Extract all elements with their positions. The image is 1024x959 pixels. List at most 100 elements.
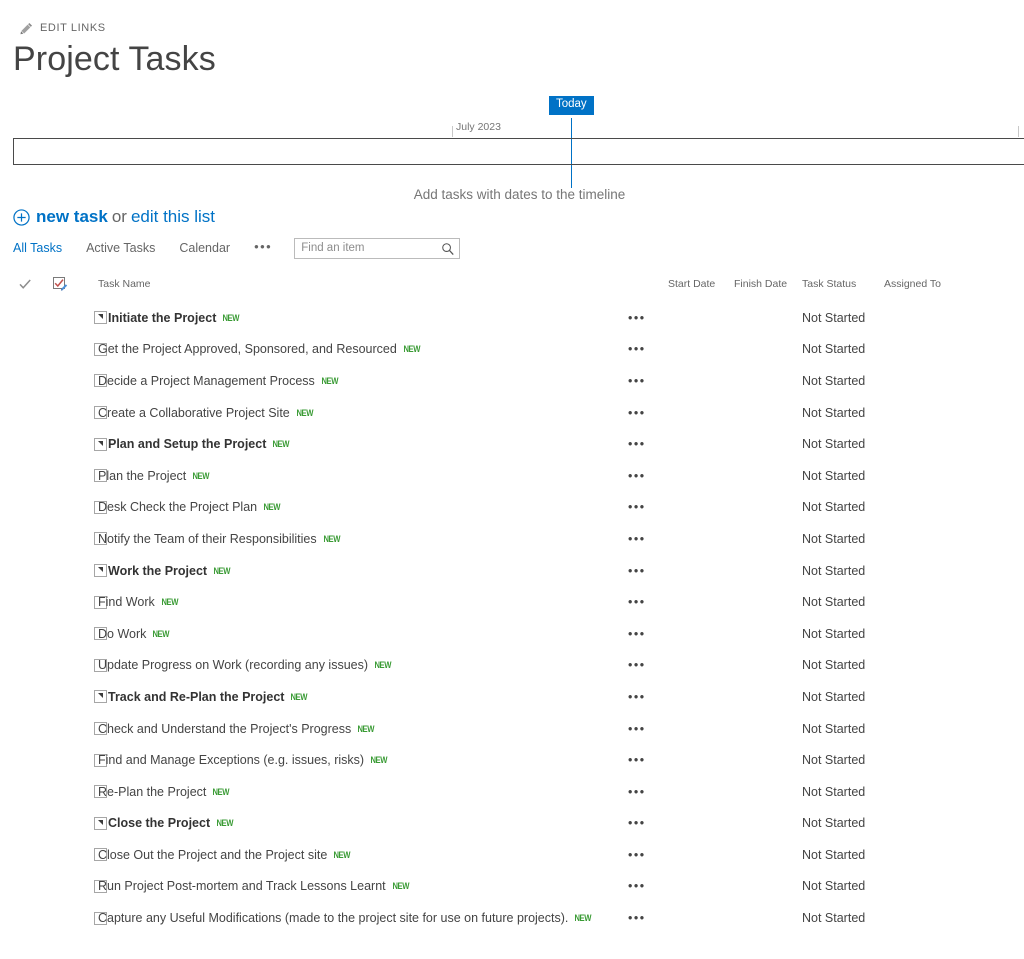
task-name-link[interactable]: Track and Re-Plan the Project <box>108 690 284 704</box>
table-row[interactable]: Create a Collaborative Project SiteNEW••… <box>0 397 1024 429</box>
row-select-cell[interactable] <box>42 555 98 587</box>
table-row[interactable]: Check and Understand the Project's Progr… <box>0 713 1024 745</box>
task-name-cell[interactable]: Desk Check the Project PlanNEW <box>98 492 628 524</box>
row-context-menu-icon[interactable]: ••• <box>628 713 668 745</box>
row-select-cell[interactable] <box>42 618 98 650</box>
row-context-menu-icon[interactable]: ••• <box>628 397 668 429</box>
header-task-name[interactable]: Task Name <box>98 276 628 302</box>
table-row[interactable]: Capture any Useful Modifications (made t… <box>0 902 1024 934</box>
header-task-status[interactable]: Task Status <box>802 276 884 302</box>
task-name-cell[interactable]: Find WorkNEW <box>98 586 628 618</box>
table-row[interactable]: Find WorkNEW•••Not Started <box>0 586 1024 618</box>
row-context-menu-icon[interactable]: ••• <box>628 586 668 618</box>
row-select-cell[interactable] <box>42 523 98 555</box>
task-name-cell[interactable]: Do WorkNEW <box>98 618 628 650</box>
table-row[interactable]: Desk Check the Project PlanNEW•••Not Sta… <box>0 492 1024 524</box>
tab-active-tasks[interactable]: Active Tasks <box>86 241 155 255</box>
task-name-cell[interactable]: Get the Project Approved, Sponsored, and… <box>98 334 628 366</box>
row-context-menu-icon[interactable]: ••• <box>628 871 668 903</box>
row-select-cell[interactable] <box>42 902 98 934</box>
task-name-cell[interactable]: Plan and Setup the ProjectNEW <box>98 428 628 460</box>
task-name-link[interactable]: Initiate the Project <box>108 311 216 325</box>
task-name-cell[interactable]: Capture any Useful Modifications (made t… <box>98 902 628 934</box>
row-select-cell[interactable] <box>42 713 98 745</box>
table-row[interactable]: Decide a Project Management ProcessNEW••… <box>0 365 1024 397</box>
table-row[interactable]: Notify the Team of their Responsibilitie… <box>0 523 1024 555</box>
task-name-cell[interactable]: Initiate the ProjectNEW <box>98 302 628 334</box>
task-name-cell[interactable]: Run Project Post-mortem and Track Lesson… <box>98 871 628 903</box>
task-name-link[interactable]: Run Project Post-mortem and Track Lesson… <box>98 879 386 893</box>
table-row[interactable]: Close the ProjectNEW•••Not Started <box>0 808 1024 840</box>
row-select-cell[interactable] <box>42 839 98 871</box>
table-row[interactable]: Initiate the ProjectNEW•••Not Started <box>0 302 1024 334</box>
row-select-cell[interactable] <box>42 397 98 429</box>
row-select-cell[interactable] <box>42 460 98 492</box>
edit-links-bar[interactable]: EDIT LINKS <box>20 20 106 36</box>
row-context-menu-icon[interactable]: ••• <box>628 618 668 650</box>
task-name-link[interactable]: Update Progress on Work (recording any i… <box>98 658 368 672</box>
row-context-menu-icon[interactable]: ••• <box>628 302 668 334</box>
header-completed-column[interactable] <box>0 276 42 302</box>
edit-this-list-link[interactable]: edit this list <box>131 206 215 228</box>
collapse-triangle-icon[interactable] <box>98 567 103 572</box>
row-context-menu-icon[interactable]: ••• <box>628 744 668 776</box>
row-select-cell[interactable] <box>42 776 98 808</box>
row-select-cell[interactable] <box>42 428 98 460</box>
views-more-icon[interactable]: ••• <box>254 239 272 254</box>
row-select-cell[interactable] <box>42 492 98 524</box>
task-name-cell[interactable]: Notify the Team of their Responsibilitie… <box>98 523 628 555</box>
search-input[interactable] <box>295 239 459 258</box>
row-context-menu-icon[interactable]: ••• <box>628 492 668 524</box>
task-name-link[interactable]: Create a Collaborative Project Site <box>98 406 290 420</box>
task-name-cell[interactable]: Find and Manage Exceptions (e.g. issues,… <box>98 744 628 776</box>
task-name-cell[interactable]: Track and Re-Plan the ProjectNEW <box>98 681 628 713</box>
row-select-cell[interactable] <box>42 650 98 682</box>
task-name-link[interactable]: Capture any Useful Modifications (made t… <box>98 911 568 925</box>
timeline[interactable]: Today July 2023 Add tasks with dates to … <box>0 96 1024 196</box>
row-context-menu-icon[interactable]: ••• <box>628 902 668 934</box>
tab-calendar[interactable]: Calendar <box>179 241 230 255</box>
row-select-cell[interactable] <box>42 302 98 334</box>
tab-all-tasks[interactable]: All Tasks <box>13 241 62 255</box>
task-name-link[interactable]: Desk Check the Project Plan <box>98 500 257 514</box>
row-context-menu-icon[interactable]: ••• <box>628 808 668 840</box>
task-name-cell[interactable]: Update Progress on Work (recording any i… <box>98 650 628 682</box>
task-name-link[interactable]: Find and Manage Exceptions (e.g. issues,… <box>98 753 364 767</box>
task-name-cell[interactable]: Create a Collaborative Project SiteNEW <box>98 397 628 429</box>
row-select-cell[interactable] <box>42 365 98 397</box>
task-name-link[interactable]: Close Out the Project and the Project si… <box>98 848 327 862</box>
collapse-triangle-icon[interactable] <box>98 693 103 698</box>
header-select-all[interactable] <box>42 276 98 302</box>
row-context-menu-icon[interactable]: ••• <box>628 334 668 366</box>
task-name-link[interactable]: Close the Project <box>108 816 210 830</box>
row-context-menu-icon[interactable]: ••• <box>628 428 668 460</box>
row-context-menu-icon[interactable]: ••• <box>628 460 668 492</box>
task-name-link[interactable]: Check and Understand the Project's Progr… <box>98 722 351 736</box>
row-select-cell[interactable] <box>42 808 98 840</box>
row-select-cell[interactable] <box>42 334 98 366</box>
task-name-link[interactable]: Re-Plan the Project <box>98 785 206 799</box>
task-name-cell[interactable]: Close Out the Project and the Project si… <box>98 839 628 871</box>
row-select-cell[interactable] <box>42 744 98 776</box>
select-all-icon[interactable] <box>42 276 98 292</box>
header-start-date[interactable]: Start Date <box>668 276 734 302</box>
header-assigned-to[interactable]: Assigned To <box>884 276 1024 302</box>
plus-circle-icon[interactable] <box>13 209 36 226</box>
task-name-cell[interactable]: Close the ProjectNEW <box>98 808 628 840</box>
task-name-link[interactable]: Find Work <box>98 595 155 609</box>
header-finish-date[interactable]: Finish Date <box>734 276 802 302</box>
row-context-menu-icon[interactable]: ••• <box>628 365 668 397</box>
task-name-link[interactable]: Plan and Setup the Project <box>108 437 266 451</box>
row-context-menu-icon[interactable]: ••• <box>628 555 668 587</box>
row-select-cell[interactable] <box>42 586 98 618</box>
row-context-menu-icon[interactable]: ••• <box>628 839 668 871</box>
collapse-triangle-icon[interactable] <box>98 441 103 446</box>
table-row[interactable]: Re-Plan the ProjectNEW•••Not Started <box>0 776 1024 808</box>
table-row[interactable]: Update Progress on Work (recording any i… <box>0 650 1024 682</box>
table-row[interactable]: Find and Manage Exceptions (e.g. issues,… <box>0 744 1024 776</box>
task-name-cell[interactable]: Plan the ProjectNEW <box>98 460 628 492</box>
table-row[interactable]: Close Out the Project and the Project si… <box>0 839 1024 871</box>
collapse-triangle-icon[interactable] <box>98 820 103 825</box>
task-name-cell[interactable]: Decide a Project Management ProcessNEW <box>98 365 628 397</box>
table-row[interactable]: Plan and Setup the ProjectNEW•••Not Star… <box>0 428 1024 460</box>
